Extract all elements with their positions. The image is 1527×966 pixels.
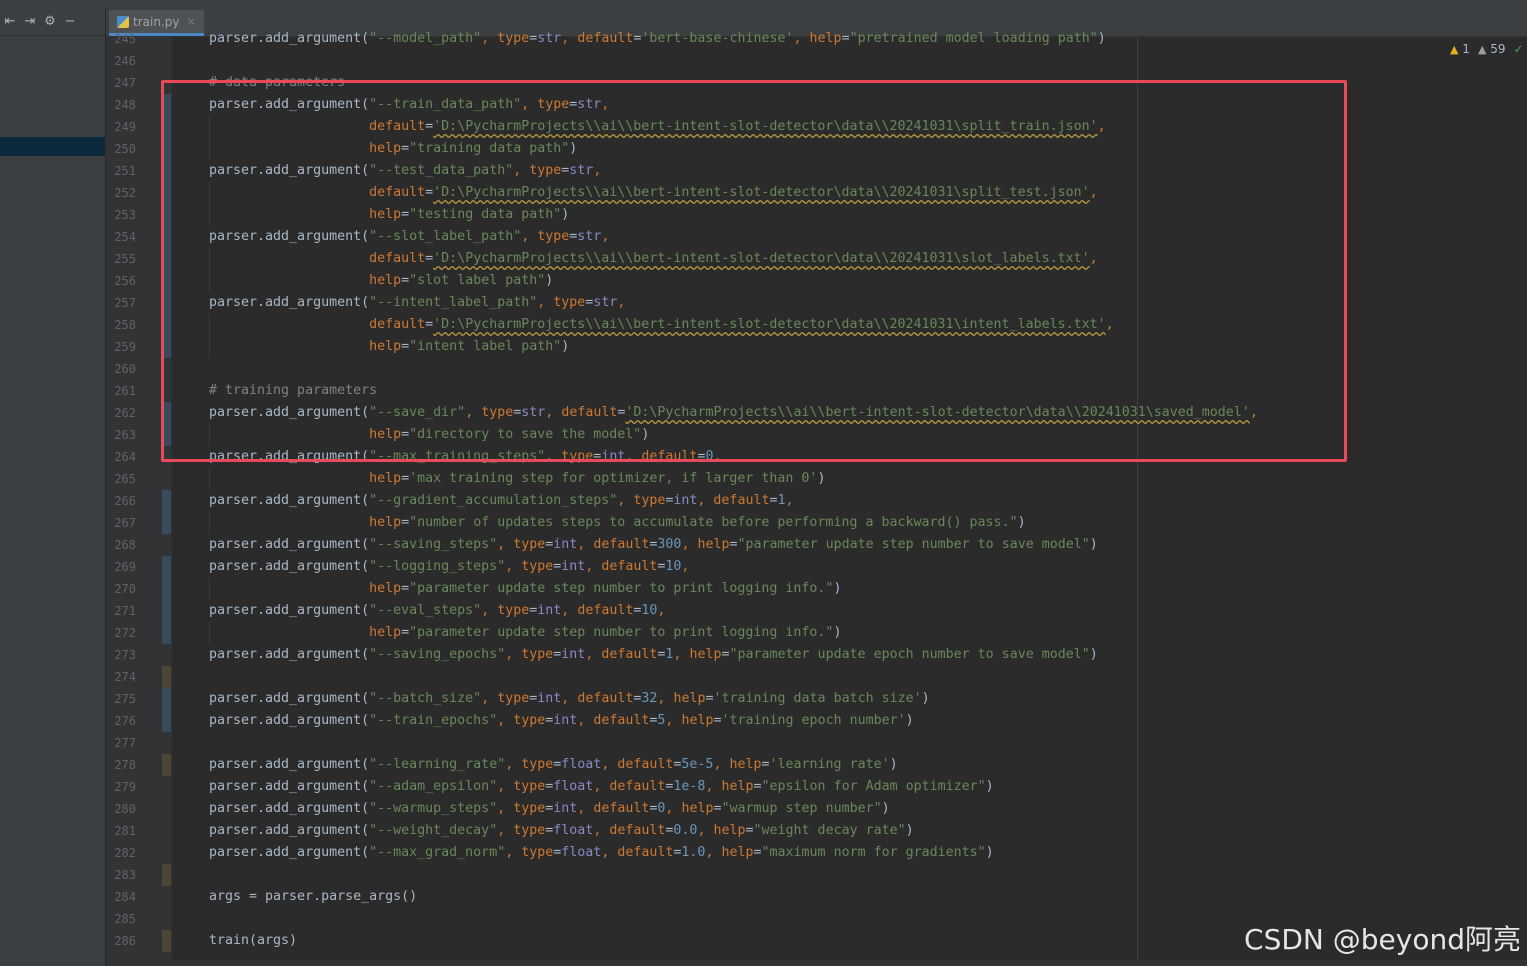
vcs-change-marker[interactable] [162,490,171,512]
code-line[interactable]: parser.add_argument("--model_path", type… [209,28,1106,50]
line-number: 255 [114,252,136,266]
vcs-change-marker[interactable] [162,578,171,600]
line-number: 257 [114,296,136,310]
line-number: 281 [114,824,136,838]
check-icon: ✓ [1513,42,1524,56]
vcs-change-marker[interactable] [162,688,171,710]
warnings-indicator[interactable]: ▲ 1 [1450,42,1470,56]
line-number: 283 [114,868,136,882]
code-line[interactable]: help="parameter update step number to pr… [209,622,841,644]
code-line[interactable]: parser.add_argument("--learning_rate", t… [209,754,898,776]
vcs-change-marker[interactable] [162,600,171,622]
line-number: 276 [114,714,136,728]
code-line[interactable]: parser.add_argument("--train_epochs", ty… [209,710,914,732]
inspection-widget[interactable]: ▲ 1 ▲ 59 ✓ [1450,42,1524,56]
line-number: 274 [114,670,136,684]
vcs-change-marker[interactable] [162,930,171,952]
vcs-change-marker[interactable] [162,622,171,644]
vcs-change-marker[interactable] [162,754,171,776]
project-panel-toolbar: ⇤ ⇥ ⚙ − [0,8,105,36]
line-number: 253 [114,208,136,222]
code-line[interactable]: parser.add_argument("--logging_steps", t… [209,556,689,578]
line-number: 263 [114,428,136,442]
line-number: 284 [114,890,136,904]
vcs-change-marker[interactable] [162,556,171,578]
weak-warnings-indicator[interactable]: ▲ 59 [1478,42,1506,56]
line-number: 248 [114,98,136,112]
project-tree-selected-row[interactable] [0,137,105,156]
gear-icon[interactable]: ⚙ [42,14,58,30]
line-number: 280 [114,802,136,816]
python-file-icon [117,15,129,28]
line-number: 279 [114,780,136,794]
indent-guide [209,622,210,644]
vcs-change-marker[interactable] [162,666,171,688]
line-number: 260 [114,362,136,376]
line-number: 246 [114,54,136,68]
line-number: 261 [114,384,136,398]
line-number: 249 [114,120,136,134]
line-number: 275 [114,692,136,706]
vcs-change-marker[interactable] [162,710,171,732]
warning-icon: ▲ [1450,43,1459,56]
close-tab-icon[interactable]: × [186,15,195,28]
horizontal-scrollbar[interactable] [172,960,1527,966]
code-line[interactable]: parser.add_argument("--weight_decay", ty… [209,820,914,842]
minimize-icon[interactable]: − [62,14,78,30]
line-number: 272 [114,626,136,640]
vcs-change-marker[interactable] [162,512,171,534]
code-line[interactable]: parser.add_argument("--saving_steps", ty… [209,534,1098,556]
code-line[interactable]: parser.add_argument("--eval_steps", type… [209,600,665,622]
highlight-annotation-box [161,80,1347,462]
code-line[interactable]: help="number of updates steps to accumul… [209,512,1025,534]
code-line[interactable]: help="parameter update step number to pr… [209,578,841,600]
line-number: 268 [114,538,136,552]
tab-label: train.py [133,14,180,29]
line-number: 273 [114,648,136,662]
code-line[interactable]: args = parser.parse_args() [209,886,417,908]
code-line[interactable]: parser.add_argument("--batch_size", type… [209,688,930,710]
code-line[interactable]: help='max training step for optimizer, i… [209,468,825,490]
watermark: CSDN @beyond阿亮 [1244,923,1521,956]
line-number: 278 [114,758,136,772]
line-number: 254 [114,230,136,244]
line-number: 245 [114,32,136,46]
line-number: 282 [114,846,136,860]
line-number: 285 [114,912,136,926]
code-line[interactable]: parser.add_argument("--saving_epochs", t… [209,644,1098,666]
line-number: 251 [114,164,136,178]
line-number: 264 [114,450,136,464]
line-number: 267 [114,516,136,530]
indent-guide [209,578,210,600]
code-line[interactable]: parser.add_argument("--gradient_accumula… [209,490,794,512]
line-number: 247 [114,76,136,90]
line-number: 252 [114,186,136,200]
line-number: 271 [114,604,136,618]
indent-guide [209,512,210,534]
line-number: 270 [114,582,136,596]
weak-warning-icon: ▲ [1477,43,1487,56]
indent-guide [209,468,210,490]
line-number: 258 [114,318,136,332]
code-line[interactable]: parser.add_argument("--warmup_steps", ty… [209,798,890,820]
collapse-all-icon[interactable]: ⇤ [2,14,18,30]
line-number: 266 [114,494,136,508]
expand-all-icon[interactable]: ⇥ [22,14,38,30]
line-number: 262 [114,406,136,420]
line-number: 250 [114,142,136,156]
code-line[interactable]: train(args) [209,930,297,952]
line-number: 256 [114,274,136,288]
line-number: 259 [114,340,136,354]
vcs-change-marker[interactable] [162,864,171,886]
line-number: 277 [114,736,136,750]
line-number: 269 [114,560,136,574]
line-number: 286 [114,934,136,948]
code-line[interactable]: parser.add_argument("--adam_epsilon", ty… [209,776,994,798]
code-line[interactable]: parser.add_argument("--max_grad_norm", t… [209,842,994,864]
line-number: 265 [114,472,136,486]
